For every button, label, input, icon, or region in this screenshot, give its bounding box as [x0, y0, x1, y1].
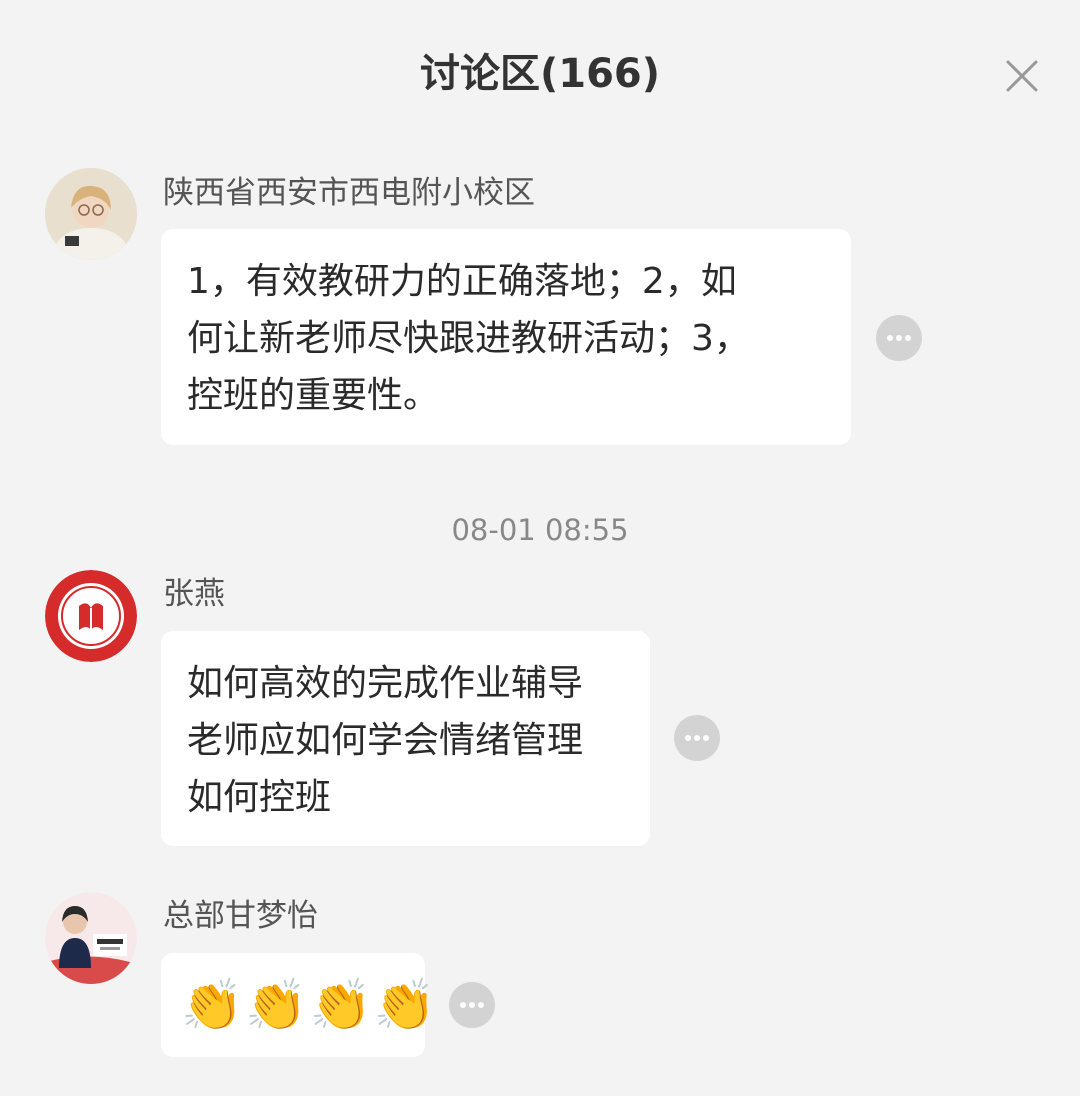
- timestamp: 08-01 08:55: [451, 513, 629, 547]
- header: 讨论区(166): [0, 0, 1080, 150]
- comment-text-line: 何让新老师尽快跟进教研活动；3，: [187, 318, 750, 359]
- comment-text-line: 如何高效的完成作业辅导: [187, 663, 584, 704]
- comment-text-line: 如何控班: [187, 777, 332, 818]
- avatar[interactable]: [45, 168, 137, 260]
- close-icon: [1006, 60, 1038, 92]
- more-options-button[interactable]: [449, 982, 495, 1028]
- author-name: 总部甘梦怡: [163, 898, 318, 934]
- avatar[interactable]: [45, 892, 137, 984]
- more-options-button[interactable]: [674, 715, 720, 761]
- page-title: 讨论区(166): [419, 51, 661, 97]
- comment-text-line: 1，有效教研力的正确落地；2，如: [187, 261, 737, 302]
- author-name: 陕西省西安市西电附小校区: [163, 175, 535, 211]
- comment-bubble[interactable]: 如何高效的完成作业辅导 老师应如何学会情绪管理 如何控班: [161, 631, 650, 846]
- comment-text-line: 👏👏👏👏: [181, 976, 439, 1034]
- comment-bubble[interactable]: 1，有效教研力的正确落地；2，如 何让新老师尽快跟进教研活动；3， 控班的重要性…: [161, 229, 851, 445]
- comment-text-line: 老师应如何学会情绪管理: [187, 720, 584, 761]
- more-options-button[interactable]: [876, 315, 922, 361]
- comment-text-line: 控班的重要性。: [187, 375, 440, 416]
- close-button[interactable]: [1000, 54, 1044, 98]
- avatar[interactable]: [45, 570, 137, 662]
- comment-bubble[interactable]: 👏👏👏👏: [161, 953, 439, 1057]
- author-name: 张燕: [163, 576, 225, 612]
